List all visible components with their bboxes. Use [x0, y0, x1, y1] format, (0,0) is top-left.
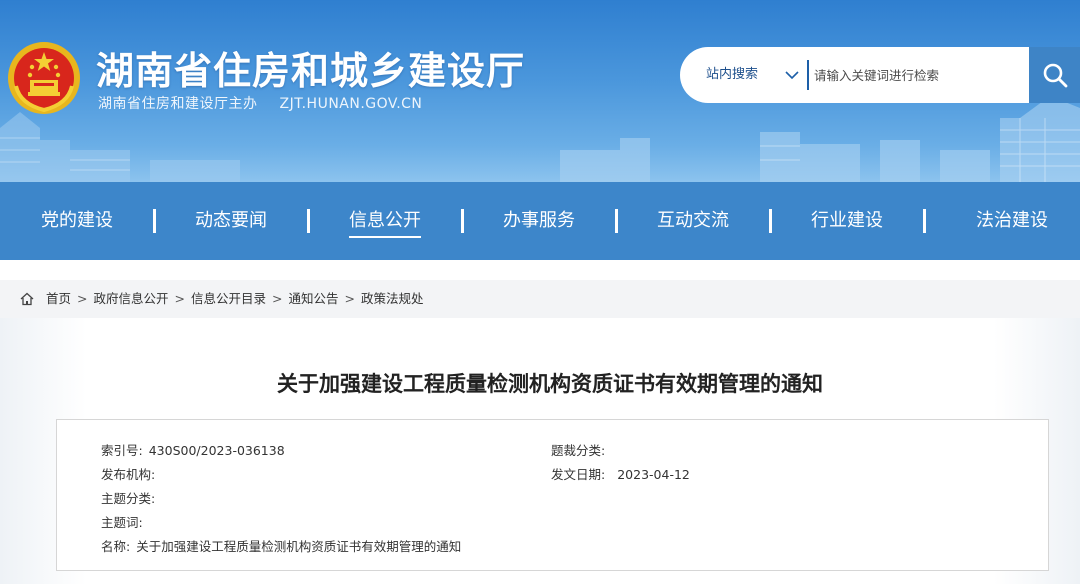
site-header: 湖南省住房和城乡建设厅 湖南省住房和建设厅主办 ZJT.HUNAN.GOV.CN … — [0, 0, 1080, 182]
home-icon[interactable] — [19, 291, 35, 307]
search-divider — [807, 60, 809, 90]
nav-separator — [615, 209, 618, 233]
breadcrumb-separator: > — [174, 291, 185, 306]
search-button[interactable] — [1029, 47, 1080, 103]
breadcrumb: 首页 > 政府信息公开 > 信息公开目录 > 通知公告 > 政策法规处 — [0, 280, 1080, 318]
breadcrumb-separator: > — [344, 291, 355, 306]
document-info-box: 索引号: 430S00/2023-036138 题裁分类: 发布机构: 发文日期:… — [56, 419, 1049, 571]
nav-separator — [461, 209, 464, 233]
article-title: 关于加强建设工程质量检测机构资质证书有效期管理的通知 — [277, 372, 823, 396]
meta-date-value: 2023-04-12 — [617, 467, 690, 482]
meta-category: 题裁分类: — [551, 440, 611, 459]
meta-name-value: 关于加强建设工程质量检测机构资质证书有效期管理的通知 — [136, 539, 462, 554]
breadcrumb-policy-dept[interactable]: 政策法规处 — [361, 291, 424, 306]
meta-name: 名称: 关于加强建设工程质量检测机构资质证书有效期管理的通知 — [101, 536, 461, 555]
site-title: 湖南省住房和城乡建设厅 — [96, 49, 526, 93]
site-subtitle: 湖南省住房和建设厅主办 ZJT.HUNAN.GOV.CN — [98, 93, 422, 113]
main-nav: 党的建设 动态要闻 信息公开 办事服务 互动交流 行业建设 法治建设 — [0, 182, 1080, 260]
search-scope-select[interactable]: 站内搜索 — [706, 47, 758, 103]
site-host-text: 湖南省住房和建设厅主办 — [98, 96, 258, 112]
meta-keywords: 主题词: — [101, 512, 149, 531]
search-bar: 站内搜索 — [680, 47, 1080, 103]
meta-name-label: 名称: — [101, 539, 131, 554]
meta-index-label: 索引号: — [101, 443, 143, 458]
meta-publisher-label: 发布机构: — [101, 467, 156, 482]
nav-item-services[interactable]: 办事服务 — [503, 182, 575, 260]
meta-index-value: 430S00/2023-036138 — [148, 443, 285, 458]
nav-separator — [307, 209, 310, 233]
meta-subject-label: 主题分类: — [101, 491, 156, 506]
meta-index: 索引号: 430S00/2023-036138 — [101, 440, 285, 459]
meta-category-label: 题裁分类: — [551, 443, 606, 458]
nav-separator — [769, 209, 772, 233]
meta-subject: 主题分类: — [101, 488, 161, 507]
breadcrumb-info-catalog[interactable]: 信息公开目录 — [191, 291, 266, 306]
nav-item-interaction[interactable]: 互动交流 — [657, 182, 729, 260]
search-icon — [1043, 63, 1067, 88]
search-input[interactable] — [814, 57, 1026, 93]
meta-keywords-label: 主题词: — [101, 515, 143, 530]
meta-date-label: 发文日期: — [551, 467, 606, 482]
nav-item-rule-of-law[interactable]: 法治建设 — [976, 182, 1048, 260]
breadcrumb-gov-info[interactable]: 政府信息公开 — [94, 291, 169, 306]
nav-item-party-building[interactable]: 党的建设 — [41, 182, 113, 260]
nav-separator — [923, 209, 926, 233]
nav-separator — [153, 209, 156, 233]
breadcrumb-separator: > — [272, 291, 283, 306]
breadcrumb-trail: 首页 > 政府信息公开 > 信息公开目录 > 通知公告 > 政策法规处 — [46, 280, 424, 318]
site-domain: ZJT.HUNAN.GOV.CN — [279, 96, 423, 112]
nav-item-industry[interactable]: 行业建设 — [811, 182, 883, 260]
national-emblem-icon — [8, 42, 80, 114]
breadcrumb-home[interactable]: 首页 — [46, 291, 71, 306]
meta-date: 发文日期: 2023-04-12 — [551, 464, 690, 483]
nav-item-news[interactable]: 动态要闻 — [195, 182, 267, 260]
chevron-down-icon[interactable] — [784, 67, 800, 83]
breadcrumb-notices[interactable]: 通知公告 — [289, 291, 339, 306]
meta-publisher: 发布机构: — [101, 464, 161, 483]
breadcrumb-separator: > — [77, 291, 88, 306]
nav-item-info-disclosure[interactable]: 信息公开 — [349, 182, 421, 260]
